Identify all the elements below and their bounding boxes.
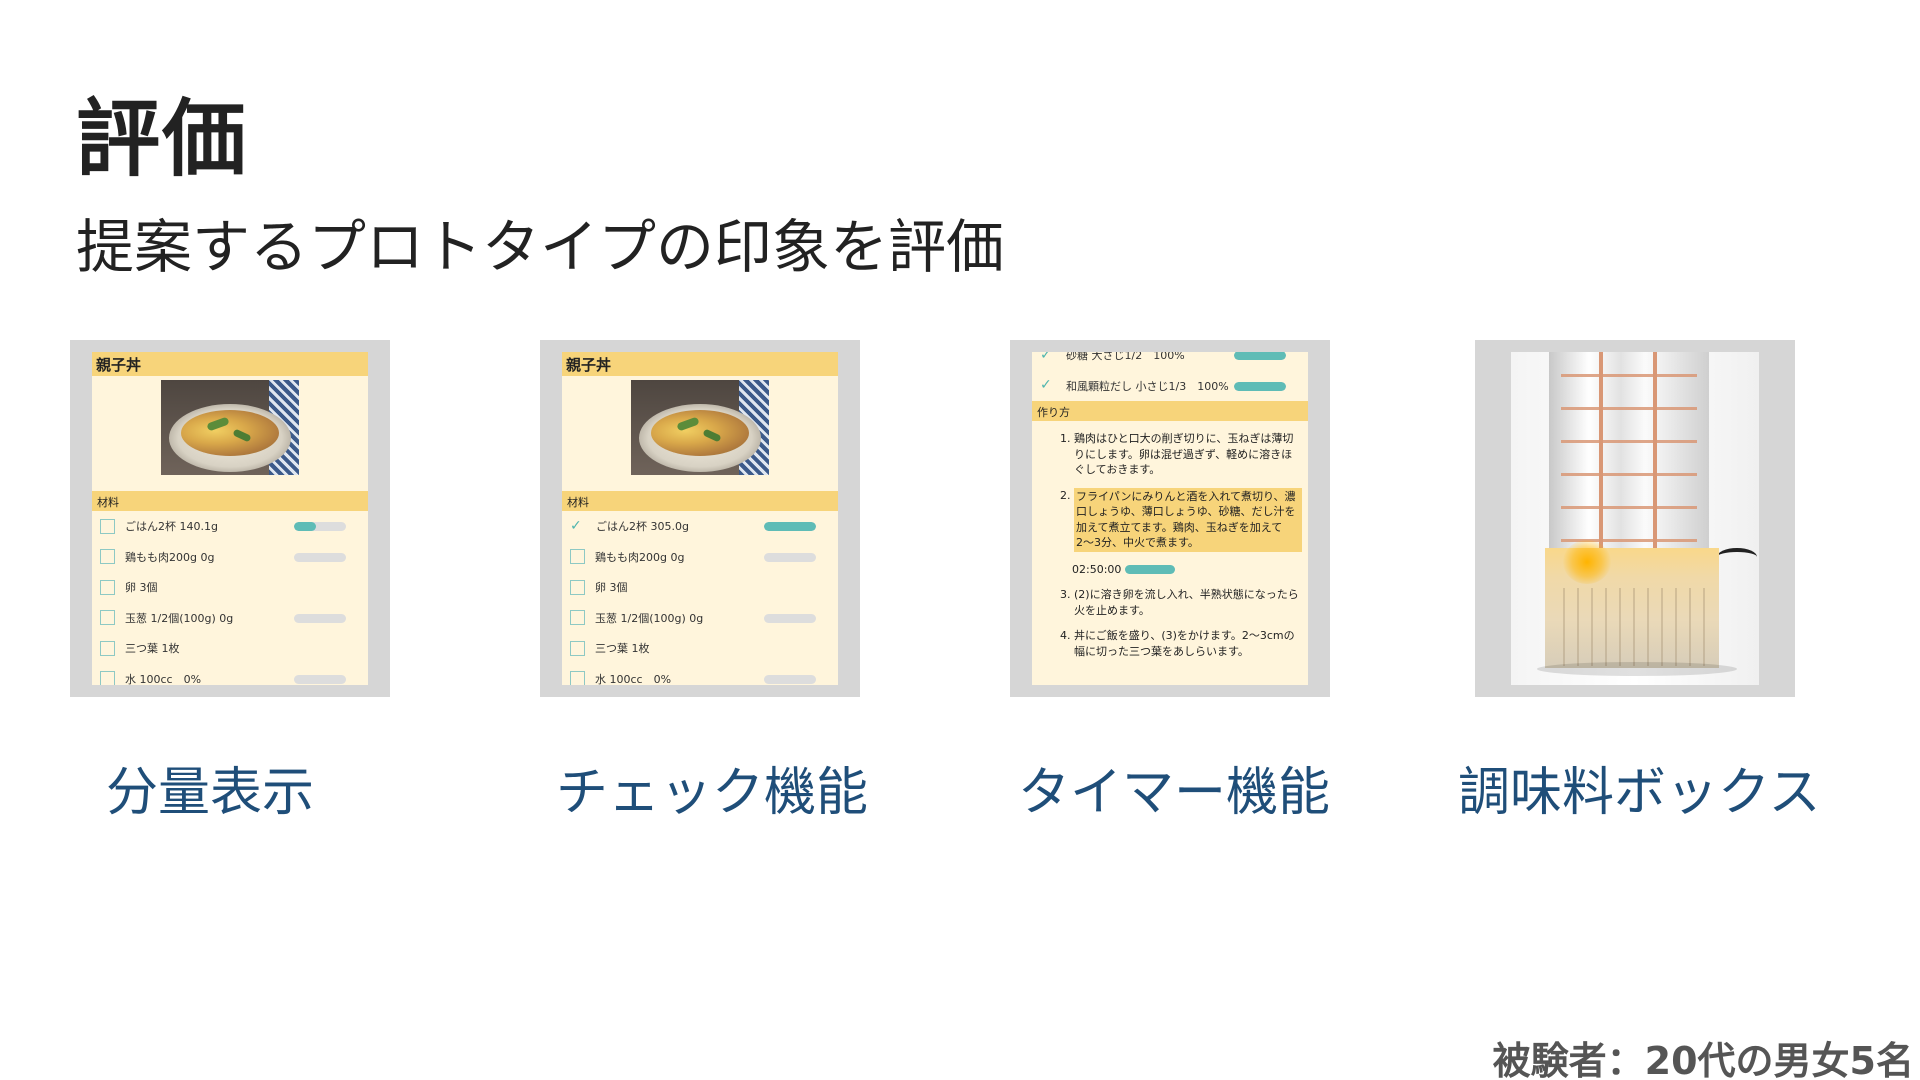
quantity-progress-bar [1234, 381, 1286, 391]
checkbox-icon[interactable] [570, 671, 585, 685]
ingredient-label: 和風顆粒だし 小さじ1/3 100% [1066, 379, 1229, 393]
ingredient-row: 三つ葉 1枚 [562, 633, 838, 664]
ingredient-label: 三つ葉 1枚 [125, 642, 180, 656]
checkmark-icon[interactable]: ✓ [1040, 378, 1056, 393]
caption-check: チェック機能 [556, 763, 869, 823]
timer-readout: 02:50:00 [1072, 562, 1122, 576]
seasoning-box-photo [1511, 352, 1759, 685]
checkbox-icon[interactable] [100, 579, 115, 595]
caption-quantity: 分量表示 [106, 763, 315, 823]
ingredient-label: 砂糖 大さじ1/2 100% [1066, 352, 1185, 363]
ingredient-row: 鶏もも肉200g 0g [92, 542, 368, 573]
quantity-progress-bar [764, 522, 816, 531]
ingredient-label: ごはん2杯 140.1g [125, 520, 218, 534]
ingredient-label: 卵 3個 [595, 581, 628, 595]
ingredients-header: 材料 [562, 491, 838, 511]
app-screen-timer: ✓ 砂糖 大さじ1/2 100% ✓ 和風顆粒だし 小さじ1/3 100% 作り方 1… [1032, 352, 1308, 685]
ingredient-label: 三つ葉 1枚 [595, 642, 650, 656]
ingredient-label: 鶏もも肉200g 0g [125, 550, 215, 564]
ingredient-row: ✓ 和風顆粒だし 小さじ1/3 100% [1032, 371, 1308, 402]
quantity-progress-bar [764, 674, 816, 684]
step-item: 4. 丼にご飯を盛り、(3)をかけます。2〜3cmの幅に切った三つ葉をあしらいます… [1060, 629, 1295, 658]
ingredient-row: 三つ葉 1枚 [92, 633, 368, 664]
ingredient-row: 玉葱 1/2個(100g) 0g [92, 603, 368, 634]
caption-seasoning-box: 調味料ボックス [1458, 763, 1821, 823]
ingredients-header: 材料 [92, 491, 368, 511]
quantity-progress-bar [294, 613, 346, 623]
ingredient-list-top: ✓ 砂糖 大さじ1/2 100% ✓ 和風顆粒だし 小さじ1/3 100% [1032, 352, 1308, 401]
ingredient-row: ごはん2杯 140.1g [92, 511, 368, 542]
step-item: 3. (2)に溶き卵を流し入れ、半熟状態になったら火を止めます。 [1060, 588, 1299, 617]
checkbox-icon[interactable] [570, 640, 585, 656]
ingredient-label: 卵 3個 [125, 581, 158, 595]
step-timer: 02:50:00 [1032, 562, 1308, 578]
prototype-card-check: 親子丼 材料 ✓ ごはん2杯 305.0g 鶏もも肉200g 0g 卵 3個玉葱 1/… [540, 340, 860, 697]
step-item-highlighted: 2. フライパンにみりんと酒を入れて煮切り、濃口しょうゆ、薄口しょうゆ、砂糖、だし… [1032, 487, 1308, 552]
prototype-card-seasoning-box [1475, 340, 1795, 697]
caption-timer: タイマー機能 [1018, 763, 1331, 823]
steps-header: 作り方 [1032, 401, 1308, 421]
ingredient-label: 鶏もも肉200g 0g [595, 550, 685, 564]
checkbox-icon[interactable] [570, 549, 585, 565]
food-photo [161, 380, 299, 475]
ingredient-label: 玉葱 1/2個(100g) 0g [595, 611, 704, 625]
ingredient-row: 水 100cc 0% [92, 664, 368, 685]
ingredient-row: 水 100cc 0% [562, 664, 838, 685]
ingredient-row: 卵 3個 [92, 572, 368, 603]
checkbox-icon[interactable] [100, 640, 115, 656]
ingredient-row: 卵 3個 [562, 572, 838, 603]
prototype-card-timer: ✓ 砂糖 大さじ1/2 100% ✓ 和風顆粒だし 小さじ1/3 100% 作り方 1… [1010, 340, 1330, 697]
app-screen-check: 親子丼 材料 ✓ ごはん2杯 305.0g 鶏もも肉200g 0g 卵 3個玉葱 1/… [562, 352, 838, 685]
ingredient-list: ✓ ごはん2杯 305.0g 鶏もも肉200g 0g 卵 3個玉葱 1/2個(100g… [562, 511, 838, 685]
recipe-header: 親子丼 [562, 352, 838, 376]
checkbox-icon[interactable] [100, 549, 115, 565]
quantity-progress-bar [294, 522, 346, 531]
ingredient-row: 鶏もも肉200g 0g [562, 542, 838, 573]
food-photo [631, 380, 769, 475]
ingredient-row: 玉葱 1/2個(100g) 0g [562, 603, 838, 634]
checkbox-icon[interactable] [100, 671, 115, 685]
app-screen-quantity: 親子丼 材料 ごはん2杯 140.1g 鶏もも肉200g 0g 卵 3個玉葱 1/2… [92, 352, 368, 685]
quantity-progress-bar [1234, 352, 1286, 360]
checkbox-icon[interactable] [570, 610, 585, 626]
step-item: 1. 鶏肉はひと口大の削ぎ切りに、玉ねぎは薄切りにします。卵は混ぜ過ぎず、軽めに溶… [1060, 432, 1294, 476]
quantity-progress-bar [764, 552, 816, 562]
slide-title: 評価 [76, 90, 249, 188]
step-list: 1. 鶏肉はひと口大の削ぎ切りに、玉ねぎは薄切りにします。卵は混ぜ過ぎず、軽めに溶… [1032, 431, 1308, 659]
ingredient-list: ごはん2杯 140.1g 鶏もも肉200g 0g 卵 3個玉葱 1/2個(100g)… [92, 511, 368, 685]
ingredient-label: 水 100cc 0% [125, 672, 202, 685]
recipe-header: 親子丼 [92, 352, 368, 376]
ingredient-label: 玉葱 1/2個(100g) 0g [125, 611, 234, 625]
prototype-card-quantity: 親子丼 材料 ごはん2杯 140.1g 鶏もも肉200g 0g 卵 3個玉葱 1/2… [70, 340, 390, 697]
participants-note: 被験者：20代の男女5名 [1492, 1039, 1914, 1080]
checkbox-icon[interactable] [100, 610, 115, 626]
quantity-progress-bar [294, 552, 346, 562]
checkbox-icon[interactable] [100, 518, 115, 534]
ingredient-row: ✓ ごはん2杯 305.0g [562, 511, 838, 542]
timer-progress-bar [1125, 564, 1176, 574]
quantity-progress-bar [294, 674, 346, 684]
quantity-progress-bar [764, 613, 816, 623]
slide-subtitle: 提案するプロトタイプの印象を評価 [76, 213, 1005, 281]
ingredient-label: 水 100cc 0% [595, 672, 672, 685]
checkmark-icon[interactable]: ✓ [570, 518, 586, 534]
ingredient-row: ✓ 砂糖 大さじ1/2 100% [1032, 352, 1308, 371]
ingredient-label: ごはん2杯 305.0g [596, 520, 689, 534]
checkbox-icon[interactable] [570, 579, 585, 595]
checkmark-icon[interactable]: ✓ [1040, 352, 1056, 363]
